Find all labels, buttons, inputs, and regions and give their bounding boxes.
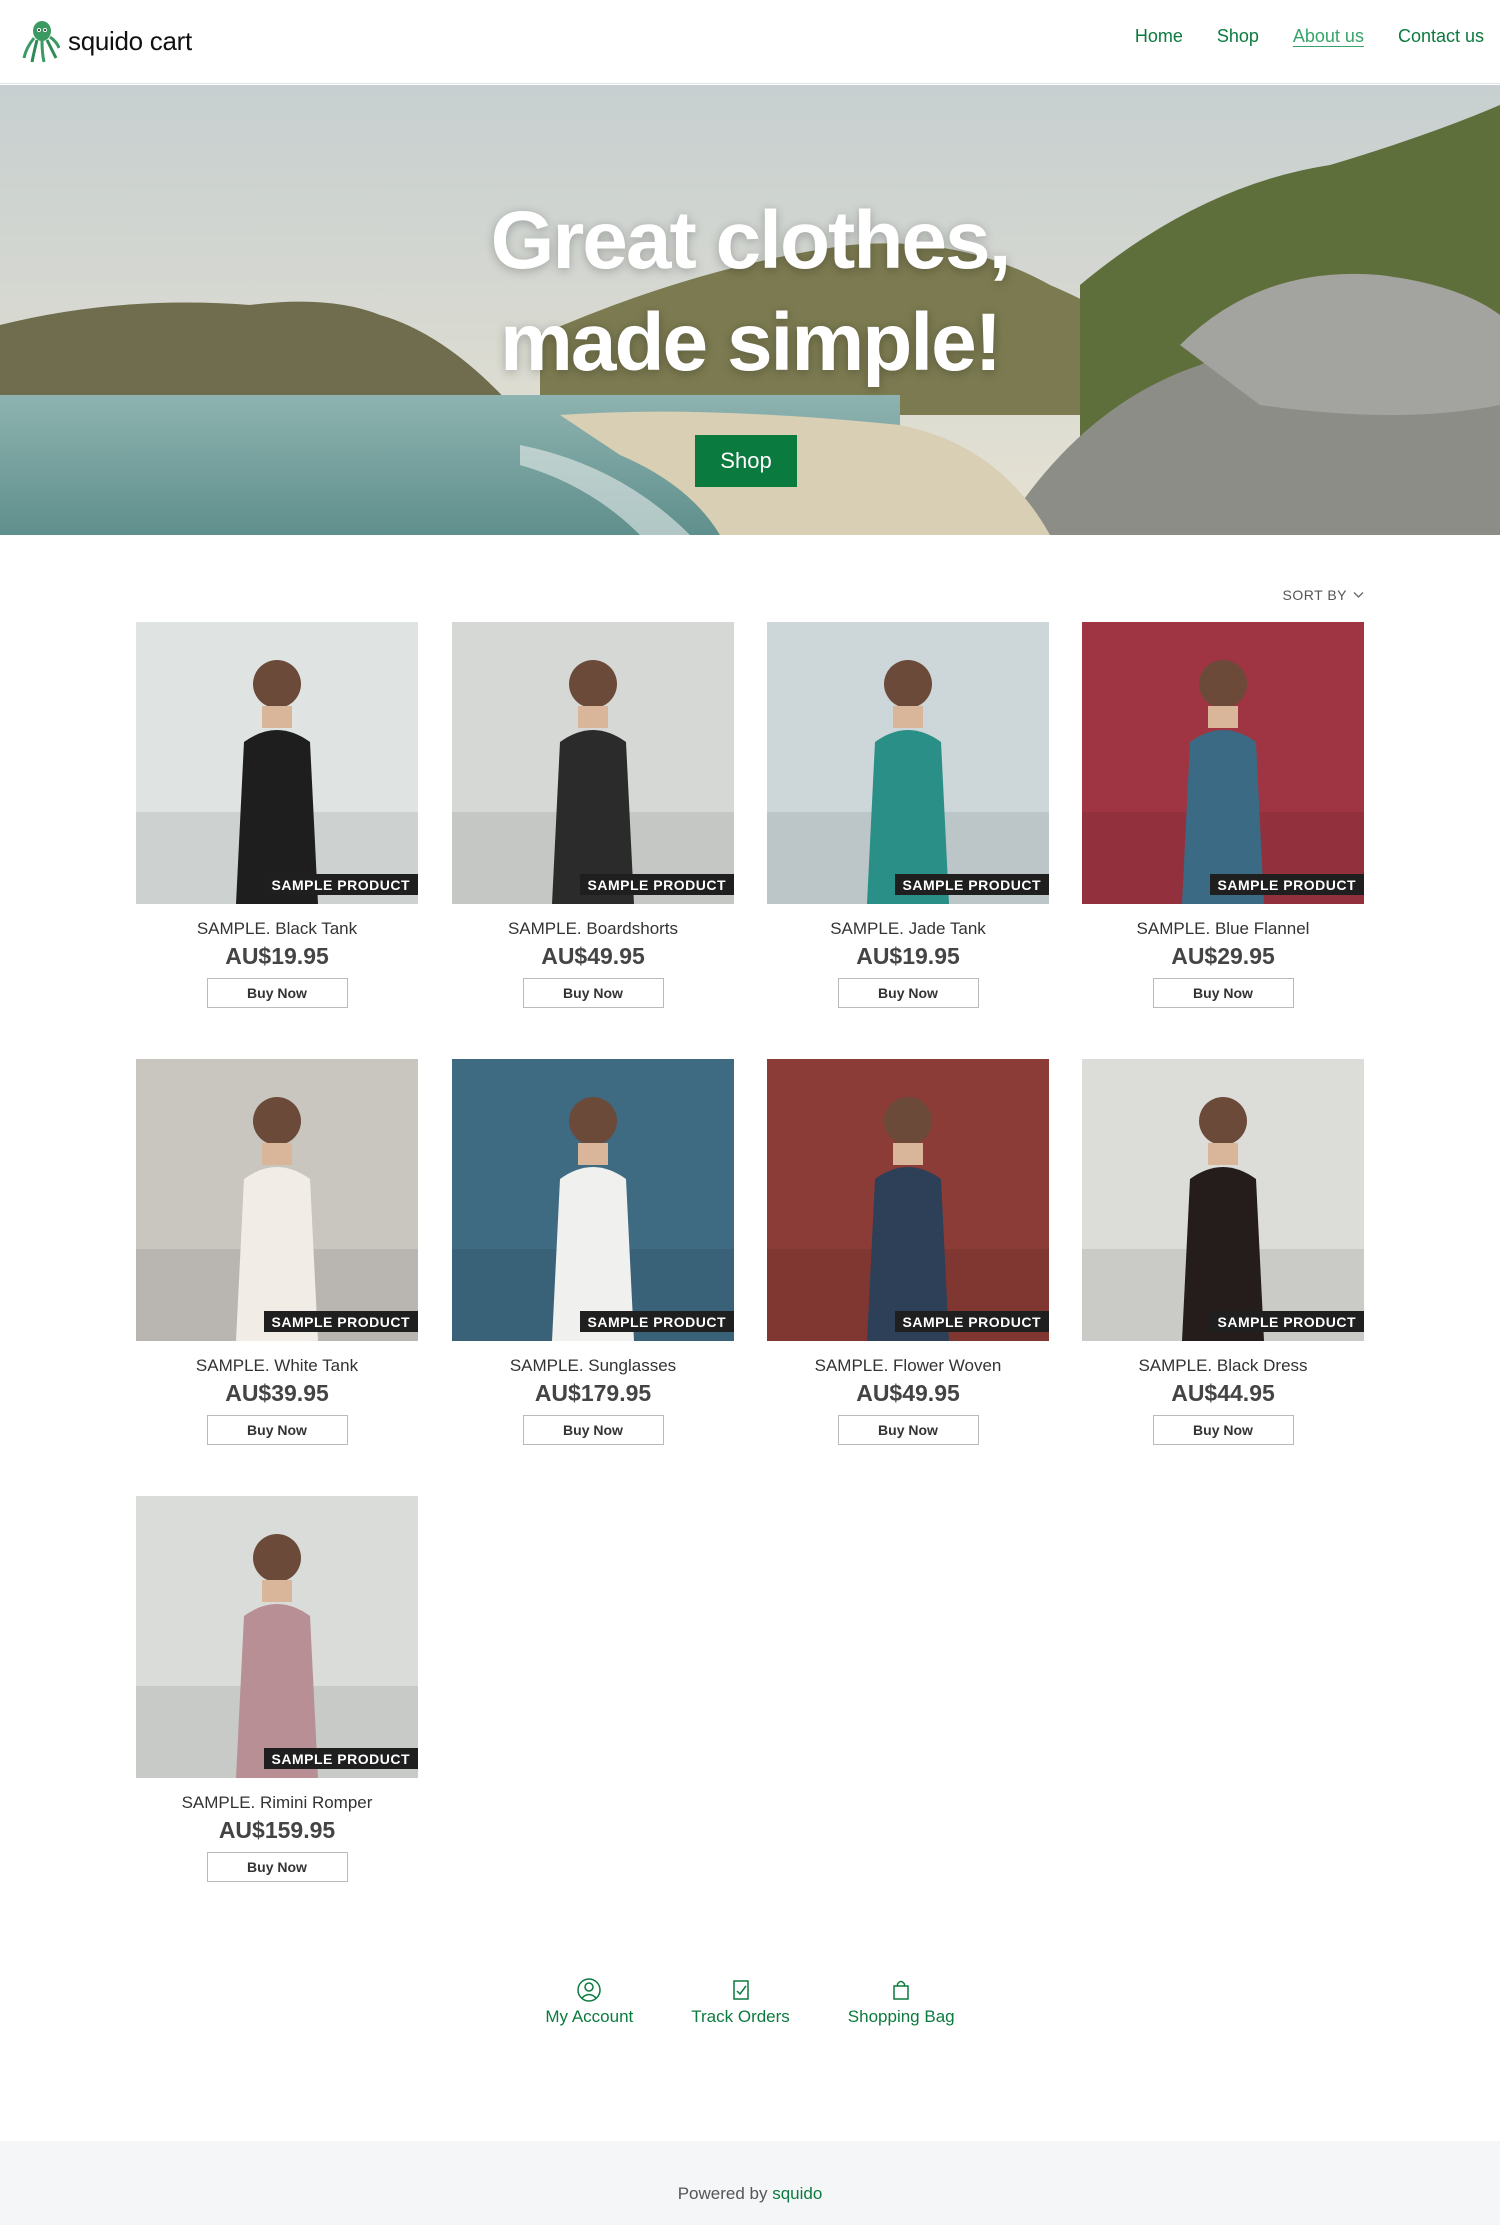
product-photo xyxy=(767,1059,1049,1341)
product-image[interactable]: SAMPLE PRODUCT xyxy=(136,622,418,904)
product-card[interactable]: SAMPLE PRODUCT SAMPLE. Black Tank AU$19.95… xyxy=(136,622,418,1008)
shopping-bag-label: Shopping Bag xyxy=(847,2007,955,2026)
sample-product-badge: SAMPLE PRODUCT xyxy=(894,1311,1049,1332)
track-orders-label: Track Orders xyxy=(691,2007,790,2026)
clipboard-check-icon xyxy=(732,1980,749,2000)
user-circle-icon xyxy=(577,1978,602,2002)
product-name[interactable]: SAMPLE. Boardshorts xyxy=(452,919,734,939)
product-card[interactable]: SAMPLE PRODUCT SAMPLE. White Tank AU$39.95… xyxy=(136,1059,418,1445)
product-price: AU$49.95 xyxy=(856,1380,960,1406)
product-price: AU$159.95 xyxy=(218,1817,336,1843)
product-price: AU$44.95 xyxy=(1171,1380,1275,1406)
product-image[interactable]: SAMPLE PRODUCT xyxy=(1082,1059,1364,1341)
product-image[interactable]: SAMPLE PRODUCT xyxy=(136,1496,418,1778)
my-account-label: My Account xyxy=(545,2007,634,2026)
product-card[interactable]: SAMPLE PRODUCT SAMPLE. Rimini Romper AU$15… xyxy=(136,1496,418,1882)
product-name[interactable]: SAMPLE. Jade Tank xyxy=(767,919,1049,939)
nav-home[interactable]: Home xyxy=(1135,26,1183,47)
hero-shop-button[interactable]: Shop xyxy=(695,435,797,487)
product-name[interactable]: SAMPLE. Sunglasses xyxy=(452,1356,734,1376)
sample-product-badge: SAMPLE PRODUCT xyxy=(1209,874,1364,895)
site-footer: Powered by squido xyxy=(0,2141,1500,2225)
account-links: My Account Track Orders Shopping Bag xyxy=(0,1977,1500,2027)
nav-about-us[interactable]: About us xyxy=(1293,26,1364,47)
buy-now-button[interactable]: Buy Now xyxy=(1152,1415,1294,1445)
product-name[interactable]: SAMPLE. Rimini Romper xyxy=(136,1793,418,1813)
sample-product-badge: SAMPLE PRODUCT xyxy=(894,874,1049,895)
product-card[interactable]: SAMPLE PRODUCT SAMPLE. Blue Flannel AU$29.… xyxy=(1082,622,1364,1008)
product-image[interactable]: SAMPLE PRODUCT xyxy=(767,1059,1049,1341)
site-name: squido cart xyxy=(68,25,192,56)
nav-shop[interactable]: Shop xyxy=(1217,26,1259,47)
product-name[interactable]: SAMPLE. Blue Flannel xyxy=(1082,919,1364,939)
product-price: AU$19.95 xyxy=(856,943,960,969)
product-price: AU$179.95 xyxy=(534,1380,652,1406)
buy-now-button[interactable]: Buy Now xyxy=(206,1852,348,1882)
octopus-icon xyxy=(22,21,60,63)
product-card[interactable]: SAMPLE PRODUCT SAMPLE. Boardshorts AU$49.9… xyxy=(452,622,734,1008)
buy-now-button[interactable]: Buy Now xyxy=(522,978,664,1008)
product-image[interactable]: SAMPLE PRODUCT xyxy=(136,1059,418,1341)
product-image[interactable]: SAMPLE PRODUCT xyxy=(767,622,1049,904)
sample-product-badge: SAMPLE PRODUCT xyxy=(263,874,418,895)
product-photo xyxy=(452,622,734,904)
buy-now-button[interactable]: Buy Now xyxy=(1152,978,1294,1008)
sample-product-badge: SAMPLE PRODUCT xyxy=(579,1311,734,1332)
product-price: AU$39.95 xyxy=(225,1380,329,1406)
product-card[interactable]: SAMPLE PRODUCT SAMPLE. Flower Woven AU$49.… xyxy=(767,1059,1049,1445)
product-photo xyxy=(136,1059,418,1341)
sort-by-label: SORT BY xyxy=(1282,587,1347,603)
nav-contact-us[interactable]: Contact us xyxy=(1398,26,1484,47)
product-photo xyxy=(767,622,1049,904)
track-orders-link[interactable]: Track Orders xyxy=(691,1977,790,2027)
product-card[interactable]: SAMPLE PRODUCT SAMPLE. Jade Tank AU$19.95 B… xyxy=(767,622,1049,1008)
sample-product-badge: SAMPLE PRODUCT xyxy=(263,1311,418,1332)
buy-now-button[interactable]: Buy Now xyxy=(837,978,979,1008)
my-account-link[interactable]: My Account xyxy=(545,1977,633,2027)
product-photo xyxy=(136,1496,418,1778)
footer-powered-by: Powered by xyxy=(677,2184,768,2203)
product-image[interactable]: SAMPLE PRODUCT xyxy=(452,622,734,904)
sample-product-badge: SAMPLE PRODUCT xyxy=(579,874,734,895)
product-image[interactable]: SAMPLE PRODUCT xyxy=(1082,622,1364,904)
product-name[interactable]: SAMPLE. Flower Woven xyxy=(767,1356,1049,1376)
buy-now-button[interactable]: Buy Now xyxy=(206,978,348,1008)
product-name[interactable]: SAMPLE. Black Tank xyxy=(136,919,418,939)
sample-product-badge: SAMPLE PRODUCT xyxy=(1209,1311,1364,1332)
shopping-bag-icon xyxy=(893,1980,909,2000)
product-card[interactable]: SAMPLE PRODUCT SAMPLE. Sunglasses AU$179.9… xyxy=(452,1059,734,1445)
product-card[interactable]: SAMPLE PRODUCT SAMPLE. Black Dress AU$44.9… xyxy=(1082,1059,1364,1445)
hero-title-line1: Great clothes, xyxy=(490,195,1012,286)
sort-by-dropdown[interactable]: SORT BY xyxy=(1283,587,1364,603)
sample-product-badge: SAMPLE PRODUCT xyxy=(263,1748,418,1769)
chevron-down-icon xyxy=(1353,592,1364,598)
hero-title: Great clothes, made simple! xyxy=(0,190,1500,394)
product-price: AU$49.95 xyxy=(541,943,645,969)
footer-brand-link[interactable]: squido xyxy=(772,2184,822,2203)
site-logo[interactable]: squido cart xyxy=(22,18,192,64)
product-price: AU$29.95 xyxy=(1171,943,1275,969)
main-nav: Home Shop About us Contact us xyxy=(1135,26,1484,47)
shopping-bag-link[interactable]: Shopping Bag xyxy=(848,1977,955,2027)
product-price: AU$19.95 xyxy=(225,943,329,969)
buy-now-button[interactable]: Buy Now xyxy=(837,1415,979,1445)
site-header: squido cart Home Shop About us Contact u… xyxy=(0,0,1500,84)
product-photo xyxy=(1082,622,1364,904)
product-image[interactable]: SAMPLE PRODUCT xyxy=(452,1059,734,1341)
hero-banner: Great clothes, made simple! Shop xyxy=(0,85,1500,535)
hero-title-line2: made simple! xyxy=(499,297,1002,388)
buy-now-button[interactable]: Buy Now xyxy=(206,1415,348,1445)
buy-now-button[interactable]: Buy Now xyxy=(522,1415,664,1445)
product-name[interactable]: SAMPLE. White Tank xyxy=(136,1356,418,1376)
product-photo xyxy=(452,1059,734,1341)
product-name[interactable]: SAMPLE. Black Dress xyxy=(1082,1356,1364,1376)
product-photo xyxy=(136,622,418,904)
product-photo xyxy=(1082,1059,1364,1341)
